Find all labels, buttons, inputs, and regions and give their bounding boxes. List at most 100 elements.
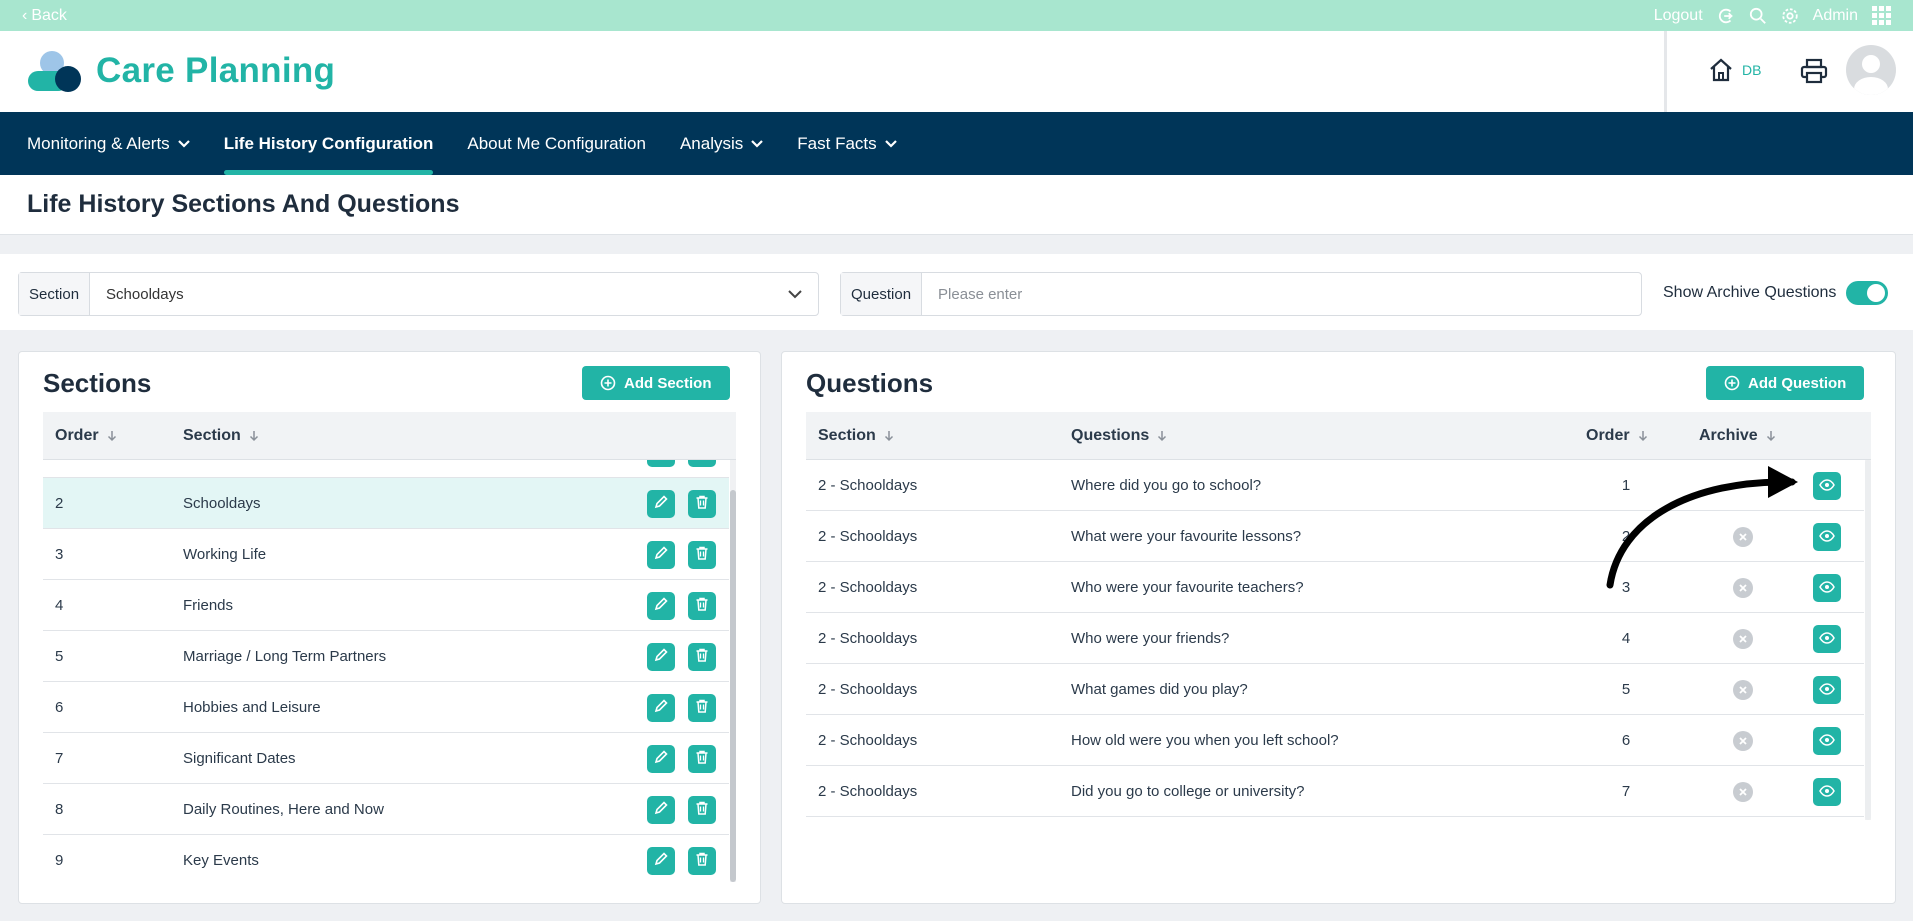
trash-icon bbox=[694, 698, 710, 718]
sections-scrollbar[interactable] bbox=[730, 460, 736, 882]
edit-button[interactable] bbox=[647, 643, 675, 671]
edit-button[interactable] bbox=[647, 847, 675, 875]
edit-button[interactable] bbox=[647, 592, 675, 620]
back-link[interactable]: ‹ Back bbox=[22, 7, 67, 25]
sort-arrow-icon bbox=[1158, 431, 1167, 442]
section-order: 7 bbox=[55, 750, 64, 767]
col-section[interactable]: Section bbox=[183, 412, 259, 460]
table-row[interactable]: 8 Daily Routines, Here and Now bbox=[43, 784, 729, 835]
col-order[interactable]: Order bbox=[1586, 412, 1648, 460]
close-circle-icon[interactable] bbox=[1733, 731, 1753, 751]
questions-scrollbar-thumb[interactable] bbox=[1865, 460, 1871, 820]
section-order: 5 bbox=[55, 648, 64, 665]
delete-button[interactable] bbox=[688, 643, 716, 671]
logout-icon[interactable] bbox=[1717, 7, 1735, 25]
delete-button[interactable] bbox=[688, 490, 716, 518]
brand-name: Care Planning bbox=[96, 51, 336, 90]
table-row[interactable]: 2 - Schooldays What were your favourite l… bbox=[806, 511, 1864, 562]
logout-link[interactable]: Logout bbox=[1654, 7, 1703, 25]
close-circle-icon[interactable] bbox=[1733, 782, 1753, 802]
table-row[interactable]: 2 - Schooldays Did you go to college or u… bbox=[806, 766, 1864, 817]
delete-button[interactable] bbox=[688, 796, 716, 824]
sort-arrow-icon bbox=[1638, 431, 1647, 442]
table-row[interactable]: 2 - Schooldays How old were you when you … bbox=[806, 715, 1864, 766]
table-row[interactable]: 2 - Schooldays What games did you play? 5 bbox=[806, 664, 1864, 715]
delete-button[interactable] bbox=[688, 847, 716, 875]
table-row[interactable]: 9 Key Events bbox=[43, 835, 729, 882]
delete-button[interactable] bbox=[688, 745, 716, 773]
table-row[interactable]: 2 - Schooldays Who were your favourite te… bbox=[806, 562, 1864, 613]
nav-analysis[interactable]: Analysis bbox=[680, 112, 764, 175]
section-select[interactable]: Section Schooldays bbox=[18, 272, 819, 316]
col-order[interactable]: Order bbox=[55, 412, 117, 460]
close-circle-icon[interactable] bbox=[1733, 578, 1753, 598]
nav-label: Monitoring & Alerts bbox=[27, 133, 170, 153]
table-row[interactable]: 2 Schooldays bbox=[43, 478, 729, 529]
home-link[interactable]: DB bbox=[1708, 58, 1761, 82]
nav-life-history-configuration[interactable]: Life History Configuration bbox=[223, 112, 434, 175]
table-row[interactable]: 6 Hobbies and Leisure bbox=[43, 682, 729, 733]
avatar[interactable] bbox=[1846, 45, 1896, 95]
edit-button[interactable] bbox=[647, 745, 675, 773]
view-button[interactable] bbox=[1813, 574, 1841, 602]
col-order-label: Order bbox=[55, 427, 99, 444]
delete-button[interactable] bbox=[688, 694, 716, 722]
edit-button[interactable] bbox=[647, 460, 675, 467]
close-circle-icon[interactable] bbox=[1733, 527, 1753, 547]
add-section-button[interactable]: Add Section bbox=[582, 366, 730, 400]
sections-scrollbar-thumb[interactable] bbox=[730, 490, 736, 882]
col-questions[interactable]: Questions bbox=[1071, 412, 1167, 460]
gear-icon[interactable] bbox=[1781, 7, 1799, 25]
table-row[interactable]: 2 - Schooldays Where did you go to school… bbox=[806, 460, 1864, 511]
pencil-icon bbox=[653, 647, 669, 667]
table-row[interactable]: 5 Marriage / Long Term Partners bbox=[43, 631, 729, 682]
add-question-button[interactable]: Add Question bbox=[1706, 366, 1865, 400]
eye-icon bbox=[1819, 784, 1835, 801]
view-button[interactable] bbox=[1813, 472, 1841, 500]
show-archive-toggle[interactable] bbox=[1846, 281, 1889, 305]
close-circle-icon[interactable] bbox=[1733, 680, 1753, 700]
show-archive-label: Show Archive Questions bbox=[1663, 284, 1837, 301]
question-input[interactable] bbox=[922, 285, 1641, 303]
search-icon[interactable] bbox=[1749, 7, 1767, 25]
view-button[interactable] bbox=[1813, 778, 1841, 806]
question-text: How old were you when you left school? bbox=[1071, 732, 1339, 749]
nav-label: Life History Configuration bbox=[223, 133, 434, 153]
back-label: Back bbox=[31, 6, 67, 24]
pencil-icon bbox=[653, 698, 669, 718]
delete-button[interactable] bbox=[688, 592, 716, 620]
delete-button[interactable] bbox=[688, 460, 716, 467]
col-archive[interactable]: Archive bbox=[1699, 412, 1776, 460]
print-icon[interactable] bbox=[1800, 58, 1828, 84]
view-button[interactable] bbox=[1813, 625, 1841, 653]
questions-scrollbar[interactable] bbox=[1865, 460, 1871, 820]
view-button[interactable] bbox=[1813, 676, 1841, 704]
trash-icon bbox=[694, 800, 710, 820]
edit-button[interactable] bbox=[647, 694, 675, 722]
admin-label[interactable]: Admin bbox=[1813, 7, 1858, 25]
apps-grid-icon[interactable] bbox=[1872, 6, 1891, 25]
edit-button[interactable] bbox=[647, 541, 675, 569]
table-row[interactable]: 3 Working Life bbox=[43, 529, 729, 580]
section-name: Hobbies and Leisure bbox=[183, 699, 321, 716]
edit-button[interactable] bbox=[647, 490, 675, 518]
close-circle-icon[interactable] bbox=[1733, 629, 1753, 649]
edit-button[interactable] bbox=[647, 796, 675, 824]
view-button[interactable] bbox=[1813, 523, 1841, 551]
add-question-label: Add Question bbox=[1748, 374, 1847, 392]
question-text: What games did you play? bbox=[1071, 681, 1248, 698]
eye-icon bbox=[1819, 733, 1835, 750]
table-row[interactable]: 4 Friends bbox=[43, 580, 729, 631]
nav-monitoring-alerts[interactable]: Monitoring & Alerts bbox=[27, 112, 190, 175]
plus-circle-icon bbox=[1724, 375, 1740, 391]
table-row[interactable]: 7 Significant Dates bbox=[43, 733, 729, 784]
chevron-left-icon: ‹ bbox=[22, 6, 28, 24]
delete-button[interactable] bbox=[688, 541, 716, 569]
question-section: 2 - Schooldays bbox=[818, 681, 918, 698]
view-button[interactable] bbox=[1813, 727, 1841, 755]
nav-fast-facts[interactable]: Fast Facts bbox=[797, 112, 897, 175]
nav-about-me-configuration[interactable]: About Me Configuration bbox=[467, 112, 646, 175]
col-questions-label: Questions bbox=[1071, 427, 1150, 444]
col-section[interactable]: Section bbox=[818, 412, 894, 460]
table-row[interactable]: 2 - Schooldays Who were your friends? 4 bbox=[806, 613, 1864, 664]
